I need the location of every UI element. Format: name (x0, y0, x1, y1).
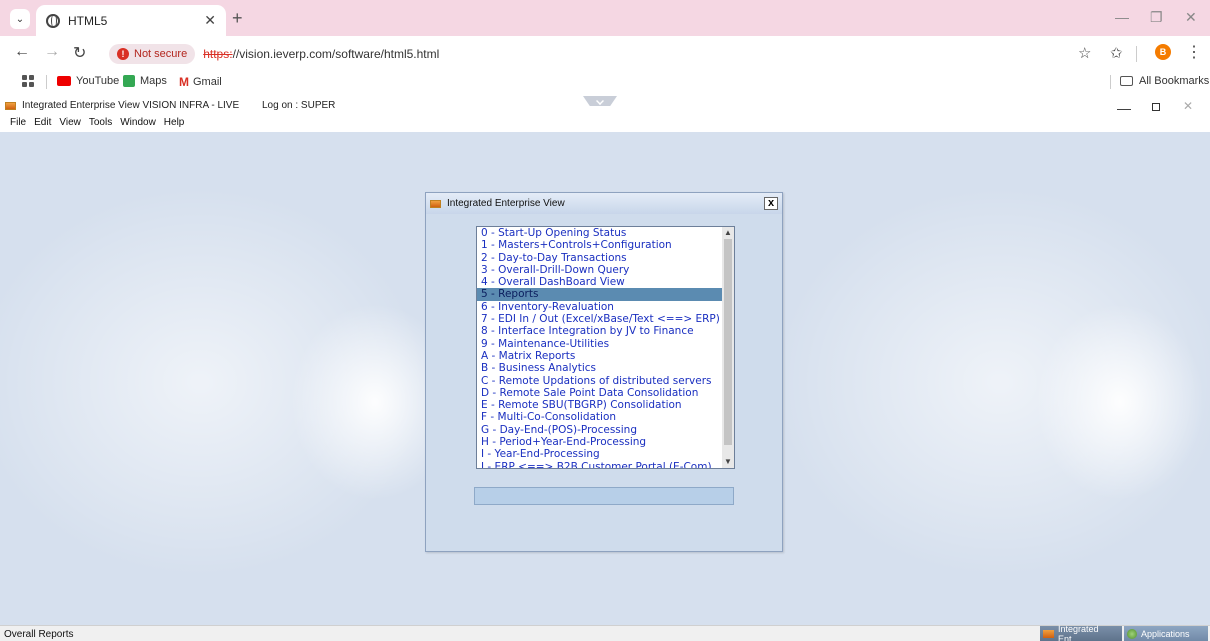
maps-icon (123, 75, 135, 87)
apps-grid-icon[interactable] (22, 75, 34, 87)
app-header: Integrated Enterprise View VISION INFRA … (0, 94, 1210, 132)
extensions-icon[interactable]: ✩ (1110, 44, 1123, 62)
tab-search-button[interactable]: ⌄ (10, 9, 30, 29)
browser-tab[interactable]: HTML5 ✕ (36, 5, 226, 36)
app-logo-icon (1043, 630, 1054, 638)
menu-window[interactable]: Window (120, 117, 156, 128)
status-bar: Overall Reports Integrated Ent... Applic… (0, 624, 1210, 641)
scroll-down-icon[interactable]: ▼ (722, 456, 734, 468)
taskbar-label: Applications (1141, 629, 1190, 639)
list-item[interactable]: 0 - Start-Up Opening Status (477, 227, 723, 239)
list-item[interactable]: I - Year-End-Processing (477, 448, 723, 460)
list-item[interactable]: 5 - Reports (477, 288, 723, 301)
bookmarks-bar: YouTube Maps M Gmail All Bookmarks (0, 70, 1210, 94)
globe-icon (46, 13, 60, 28)
menu-bar: File Edit View Tools Window Help (10, 117, 184, 128)
applications-icon (1127, 629, 1137, 639)
security-chip[interactable]: ! Not secure (109, 43, 196, 64)
scroll-up-icon[interactable]: ▲ (722, 227, 734, 239)
scrollbar-thumb[interactable] (724, 239, 732, 445)
bookmark-label: Gmail (193, 76, 222, 88)
dialog-titlebar[interactable]: Integrated Enterprise View x (426, 193, 782, 214)
taskbar-applications[interactable]: Applications (1124, 626, 1208, 641)
list-item[interactable]: D - Remote Sale Point Data Consolidation (477, 387, 723, 399)
taskbar-label: Integrated Ent... (1058, 624, 1099, 641)
restore-icon[interactable]: ❐ (1150, 9, 1163, 26)
list-item[interactable]: C - Remote Updations of distributed serv… (477, 375, 723, 387)
dialog-input-field[interactable] (474, 487, 734, 505)
warning-icon: ! (117, 47, 129, 60)
minimize-icon[interactable]: — (1115, 9, 1129, 25)
reload-icon[interactable]: ↻ (73, 43, 86, 63)
list-item[interactable]: 6 - Inventory-Revaluation (477, 301, 723, 313)
module-list: 0 - Start-Up Opening Status 1 - Masters+C… (477, 227, 723, 468)
menu-help[interactable]: Help (164, 117, 185, 128)
list-item[interactable]: B - Business Analytics (477, 362, 723, 374)
all-bookmarks-divider (1110, 75, 1111, 89)
list-item[interactable]: 1 - Masters+Controls+Configuration (477, 239, 723, 251)
url-scheme: https: (203, 46, 233, 61)
list-item[interactable]: 8 - Interface Integration by JV to Finan… (477, 325, 723, 337)
dialog-close-button[interactable]: x (764, 197, 778, 210)
bookmark-maps[interactable]: Maps (123, 75, 167, 87)
tab-strip: ⌄ HTML5 ✕ + — ❐ ✕ (0, 0, 1210, 36)
gmail-icon: M (179, 75, 189, 89)
menu-file[interactable]: File (10, 117, 26, 128)
main-menu-dialog: Integrated Enterprise View x 0 - Start-U… (425, 192, 783, 552)
bookmark-youtube[interactable]: YouTube (57, 75, 119, 87)
back-arrow-icon[interactable]: ← (14, 43, 30, 61)
app-close-icon[interactable]: ✕ (1183, 99, 1193, 113)
list-item[interactable]: E - Remote SBU(TBGRP) Consolidation (477, 399, 723, 411)
dialog-title: Integrated Enterprise View (447, 198, 565, 209)
collapse-header-icon[interactable] (583, 96, 617, 106)
tab-title: HTML5 (68, 13, 108, 28)
list-item[interactable]: 4 - Overall DashBoard View (477, 276, 723, 288)
toolbar-divider (1136, 46, 1137, 62)
security-label: Not secure (134, 47, 188, 60)
app-minimize-icon[interactable]: — (1117, 100, 1131, 116)
bookmark-gmail[interactable]: M Gmail (179, 75, 222, 89)
list-item[interactable]: H - Period+Year-End-Processing (477, 436, 723, 448)
list-item[interactable]: J - ERP <==> B2B Customer Portal (E-Com) (477, 461, 723, 468)
new-tab-button[interactable]: + (232, 8, 243, 29)
menu-tools[interactable]: Tools (89, 117, 112, 128)
logon-status: Log on : SUPER (262, 100, 336, 111)
close-icon[interactable]: ✕ (204, 12, 216, 29)
list-item[interactable]: G - Day-End-(POS)-Processing (477, 424, 723, 436)
chevron-down-icon: ⌄ (15, 13, 25, 25)
menu-view[interactable]: View (59, 117, 81, 128)
youtube-icon (57, 76, 71, 86)
list-item[interactable]: 7 - EDI In / Out (Excel/xBase/Text <==> … (477, 313, 723, 325)
app-logo-icon (5, 102, 16, 110)
status-text: Overall Reports (4, 629, 74, 640)
profile-avatar[interactable]: B (1155, 44, 1171, 60)
list-item[interactable]: 9 - Maintenance-Utilities (477, 338, 723, 350)
list-item[interactable]: A - Matrix Reports (477, 350, 723, 362)
listbox-scrollbar[interactable]: ▲ ▼ (722, 227, 734, 468)
bookmark-star-icon[interactable]: ☆ (1078, 44, 1091, 62)
address-bar[interactable]: ! Not secure https://vision.ieverp.com/s… (103, 41, 1103, 66)
all-bookmarks-label: All Bookmarks (1139, 75, 1210, 87)
browser-toolbar: ← → ↻ ! Not secure https://vision.ieverp… (0, 36, 1210, 70)
bookmarks-divider (46, 75, 47, 89)
forward-arrow-icon[interactable]: → (44, 43, 60, 61)
menu-edit[interactable]: Edit (34, 117, 51, 128)
list-item[interactable]: 2 - Day-to-Day Transactions (477, 252, 723, 264)
window-close-icon[interactable]: ✕ (1185, 9, 1197, 26)
folder-icon (1120, 76, 1133, 86)
app-logo-icon (430, 199, 441, 208)
url-path: //vision.ieverp.com/software/html5.html (232, 46, 440, 61)
bookmark-label: YouTube (76, 75, 120, 87)
url-text[interactable]: https://vision.ieverp.com/software/html5… (203, 47, 439, 61)
app-title: Integrated Enterprise View VISION INFRA … (22, 100, 240, 111)
taskbar-integrated-view[interactable]: Integrated Ent... (1040, 624, 1122, 641)
list-item[interactable]: 3 - Overall-Drill-Down Query (477, 264, 723, 276)
all-bookmarks-button[interactable]: All Bookmarks (1120, 75, 1209, 87)
app-maximize-icon[interactable] (1152, 103, 1160, 111)
list-item[interactable]: F - Multi-Co-Consolidation (477, 411, 723, 423)
bookmark-label: Maps (140, 75, 167, 87)
more-menu-icon[interactable]: ⋮ (1186, 42, 1202, 62)
module-listbox[interactable]: 0 - Start-Up Opening Status 1 - Masters+C… (476, 226, 735, 469)
